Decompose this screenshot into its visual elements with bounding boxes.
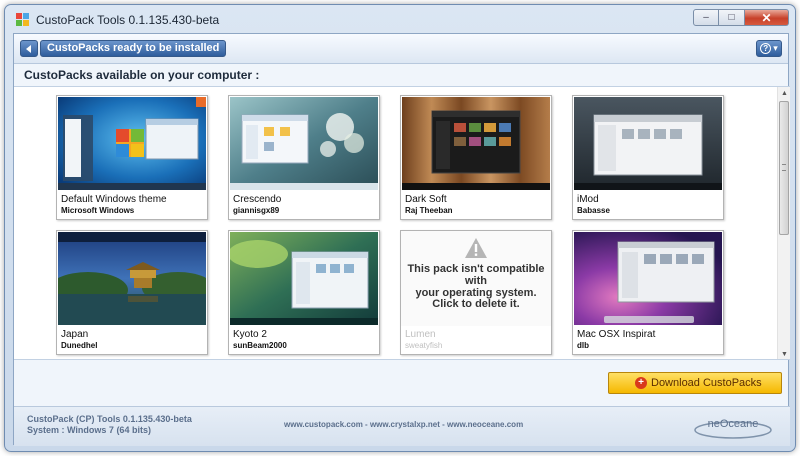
neoceane-logo: neOceane <box>694 418 772 439</box>
pack-card-dark-soft[interactable]: Dark Soft Raj Theeban <box>400 95 552 220</box>
scrollbar-grip-icon <box>782 164 786 171</box>
logo-text: neOceane <box>708 418 759 430</box>
pack-name: Default Windows theme <box>61 194 167 205</box>
help-icon: ? <box>760 43 772 54</box>
pack-name: Mac OSX Inspirat <box>577 329 656 340</box>
incompatible-overlay[interactable]: This pack isn't compatible with your ope… <box>401 231 551 326</box>
pack-name: iMod <box>577 194 599 205</box>
pack-author: dlb <box>577 341 589 350</box>
incompatible-line-1: This pack isn't compatible with <box>407 263 545 287</box>
chevron-down-icon: ▾ <box>773 43 778 53</box>
pack-card-japan[interactable]: Japan Dunedhel <box>56 230 208 355</box>
download-custopacks-button[interactable]: + Download CustoPacks <box>608 372 782 394</box>
pack-author: Babasse <box>577 206 610 215</box>
pack-author: Dunedhel <box>61 341 98 350</box>
pack-thumbnail-mac <box>574 232 722 325</box>
pack-author: Microsoft Windows <box>61 206 135 215</box>
help-button[interactable]: ? ▾ <box>756 40 782 57</box>
pack-author: sunBeam2000 <box>233 341 287 350</box>
app-window: CustoPack Tools 0.1.135.430-beta ‒ □ ✕ C… <box>4 4 796 452</box>
incompatible-message: This pack isn't compatible with your ope… <box>401 263 551 299</box>
pack-thumbnail-kyoto <box>230 232 378 325</box>
pack-author: sweatyfish <box>405 341 443 350</box>
footer-links[interactable]: www.custopack.com - www.crystalxp.net - … <box>284 420 523 429</box>
window-controls: ‒ □ ✕ <box>693 9 789 26</box>
pack-author: Raj Theeban <box>405 206 453 215</box>
pack-card-crescendo[interactable]: Crescendo giannisgx89 <box>228 95 380 220</box>
scrollbar-thumb[interactable] <box>779 101 789 235</box>
pack-thumbnail-imod <box>574 97 722 190</box>
navigation-bar: CustoPacks ready to be installed ? ▾ <box>14 34 788 64</box>
back-button[interactable] <box>20 40 38 57</box>
custopack-app-icon <box>16 13 29 26</box>
pack-name: Dark Soft <box>405 194 447 205</box>
custopack-list[interactable]: Default Windows theme Microsoft Windows <box>14 86 790 360</box>
maximize-icon: □ <box>728 12 735 23</box>
title-bar[interactable]: CustoPack Tools 0.1.135.430-beta ‒ □ ✕ <box>5 5 795 33</box>
window-title: CustoPack Tools 0.1.135.430-beta <box>36 13 220 27</box>
close-button[interactable]: ✕ <box>745 9 789 26</box>
warning-icon <box>465 238 487 258</box>
pack-thumbnail-darksoft <box>402 97 550 190</box>
section-title: CustoPacks available on your computer : <box>24 68 260 82</box>
pack-name: Lumen <box>405 329 436 340</box>
pack-card-kyoto-2[interactable]: Kyoto 2 sunBeam2000 <box>228 230 380 355</box>
pack-card-mac-osx-inspirat[interactable]: Mac OSX Inspirat dlb <box>572 230 724 355</box>
footer: CustoPack (CP) Tools 0.1.135.430-beta Sy… <box>14 406 790 446</box>
pack-card-lumen-incompatible[interactable]: This pack isn't compatible with your ope… <box>400 230 552 355</box>
pack-name: Kyoto 2 <box>233 329 267 340</box>
plus-icon: + <box>635 377 647 389</box>
minimize-icon: ‒ <box>703 12 709 23</box>
back-arrow-icon <box>26 44 31 53</box>
pack-thumbnail-crescendo <box>230 97 378 190</box>
vertical-scrollbar[interactable]: ▲ ▼ <box>777 87 790 359</box>
pack-name: Crescendo <box>233 194 282 205</box>
scroll-down-icon[interactable]: ▼ <box>778 348 790 359</box>
pack-card-imod[interactable]: iMod Babasse <box>572 95 724 220</box>
pack-name: Japan <box>61 329 89 340</box>
delete-hint: Click to delete it. <box>432 298 520 310</box>
pack-thumbnail-win7 <box>58 97 206 190</box>
version-info: CustoPack (CP) Tools 0.1.135.430-beta Sy… <box>27 414 192 436</box>
pack-card-default-windows[interactable]: Default Windows theme Microsoft Windows <box>56 95 208 220</box>
system-text: System : Windows 7 (64 bits) <box>27 425 151 435</box>
download-button-label: Download CustoPacks <box>651 377 762 389</box>
version-text: CustoPack (CP) Tools 0.1.135.430-beta <box>27 414 192 424</box>
minimize-button[interactable]: ‒ <box>693 9 719 26</box>
client-area: CustoPacks ready to be installed ? ▾ Cus… <box>13 33 790 446</box>
pack-thumbnail-japan <box>58 232 206 325</box>
pack-author: giannisgx89 <box>233 206 280 215</box>
maximize-button[interactable]: □ <box>719 9 745 26</box>
breadcrumb[interactable]: CustoPacks ready to be installed <box>40 40 227 57</box>
scroll-up-icon[interactable]: ▲ <box>778 87 790 100</box>
close-icon: ✕ <box>761 10 772 25</box>
